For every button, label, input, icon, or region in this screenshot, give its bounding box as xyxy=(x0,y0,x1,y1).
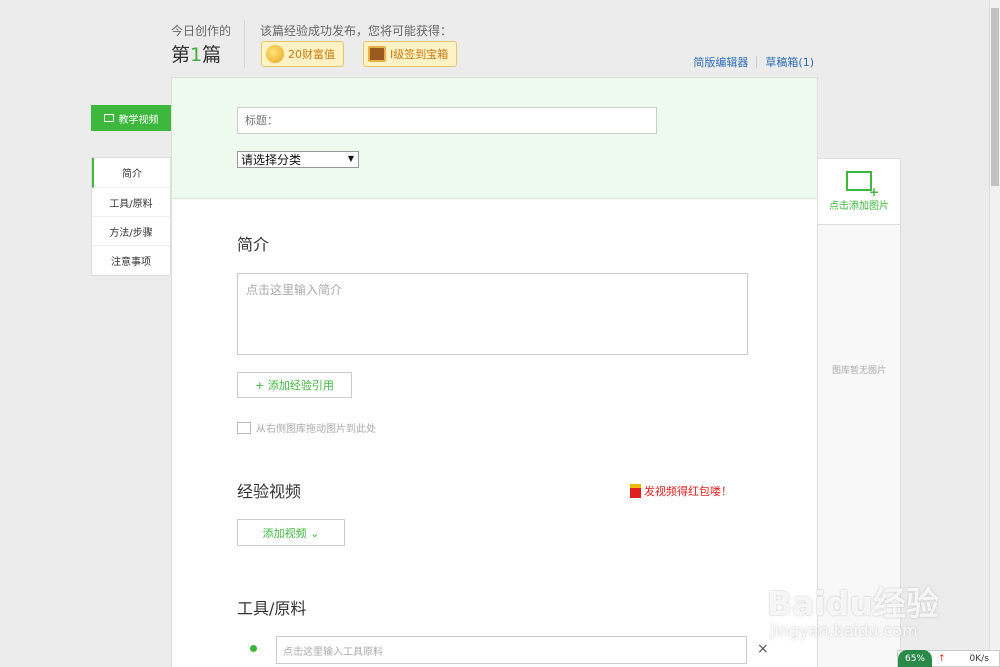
remove-tool-icon[interactable]: × xyxy=(757,641,769,657)
category-select[interactable]: 请选择分类 ▼ xyxy=(237,151,359,168)
draft-box-link[interactable]: 草稿箱(1) xyxy=(765,54,814,70)
section-nav: 简介 工具/原料 方法/步骤 注意事项 xyxy=(91,157,171,276)
top-links: 简版编辑器 草稿箱(1) xyxy=(693,54,814,70)
tool-bullet xyxy=(250,645,257,652)
reward-tip: 该篇经验成功发布，您将可能获得： xyxy=(260,24,453,38)
treasure-chest-icon xyxy=(368,46,386,62)
drag-image-hint: 从右侧图库拖动图片到此处 xyxy=(237,420,376,435)
watermark-url: jingyan.baidu.com xyxy=(770,621,918,640)
chest-reward-badge: I级签到宝箱 xyxy=(363,41,458,67)
tool-input[interactable]: 点击这里输入工具原料 xyxy=(276,636,747,664)
today-count-prefix: 第 xyxy=(171,44,191,66)
intro-textarea[interactable]: 点击这里输入简介 xyxy=(237,273,748,355)
nav-item-tools[interactable]: 工具/原料 xyxy=(92,188,170,217)
page-scrollbar[interactable] xyxy=(989,0,1000,667)
drag-hint-label: 从右侧图库拖动图片到此处 xyxy=(256,424,376,435)
header-divider xyxy=(244,20,245,68)
speed-rate: 0K/s xyxy=(969,653,989,664)
wealth-reward-badge: 20财富值 xyxy=(261,41,344,67)
editor-panel: 请选择分类 ▼ 简介 点击这里输入简介 + 添加经验引用 从右侧图库拖动图片到此… xyxy=(171,77,818,667)
video-tutorial-button[interactable]: 教学视频 xyxy=(91,105,171,131)
nav-item-intro[interactable]: 简介 xyxy=(92,158,170,188)
today-count-number: 1 xyxy=(190,44,203,66)
add-image-icon xyxy=(846,171,879,199)
simple-editor-link[interactable]: 简版编辑器 xyxy=(693,54,748,70)
chest-reward-label: I级签到宝箱 xyxy=(390,48,449,61)
today-article-count: 第1篇 xyxy=(171,40,221,67)
network-speed-widget[interactable]: 65% ↑ 0K/s xyxy=(897,650,1000,667)
category-selected-label: 请选择分类 xyxy=(241,153,302,167)
baidu-watermark: Baidu经验 xyxy=(767,584,939,623)
tools-heading: 工具/原料 xyxy=(237,599,307,618)
title-area: 请选择分类 ▼ xyxy=(172,78,817,199)
today-created-label: 今日创作的 xyxy=(171,24,232,38)
scrollbar-thumb[interactable] xyxy=(991,8,999,186)
nav-item-steps[interactable]: 方法/步骤 xyxy=(92,217,170,246)
red-packet-icon xyxy=(630,484,641,498)
nav-item-notes[interactable]: 注意事项 xyxy=(92,246,170,275)
image-library-empty: 图库暂无图片 xyxy=(831,366,886,376)
add-image-label: 点击添加图片 xyxy=(829,201,889,212)
coin-icon xyxy=(266,45,284,63)
add-video-button[interactable]: 添加视频 ⌄ xyxy=(237,519,345,546)
link-separator xyxy=(756,56,758,68)
dropdown-arrow-icon: ▼ xyxy=(347,154,354,163)
today-count-suffix: 篇 xyxy=(202,44,222,66)
title-input[interactable] xyxy=(237,107,657,134)
upload-arrow-icon: ↑ xyxy=(938,653,946,664)
video-icon xyxy=(103,114,114,122)
image-icon xyxy=(237,421,251,434)
red-packet-label: 发视频得红包喽！ xyxy=(644,485,732,498)
intro-heading: 简介 xyxy=(237,235,270,254)
add-reference-button[interactable]: + 添加经验引用 xyxy=(237,372,352,398)
wealth-reward-label: 20财富值 xyxy=(288,48,335,61)
add-image-button[interactable]: 点击添加图片 xyxy=(818,159,900,225)
red-packet-link[interactable]: 发视频得红包喽！ xyxy=(630,483,732,499)
speed-percent: 65% xyxy=(898,650,932,667)
video-heading: 经验视频 xyxy=(237,482,302,501)
video-tutorial-label: 教学视频 xyxy=(118,114,159,126)
